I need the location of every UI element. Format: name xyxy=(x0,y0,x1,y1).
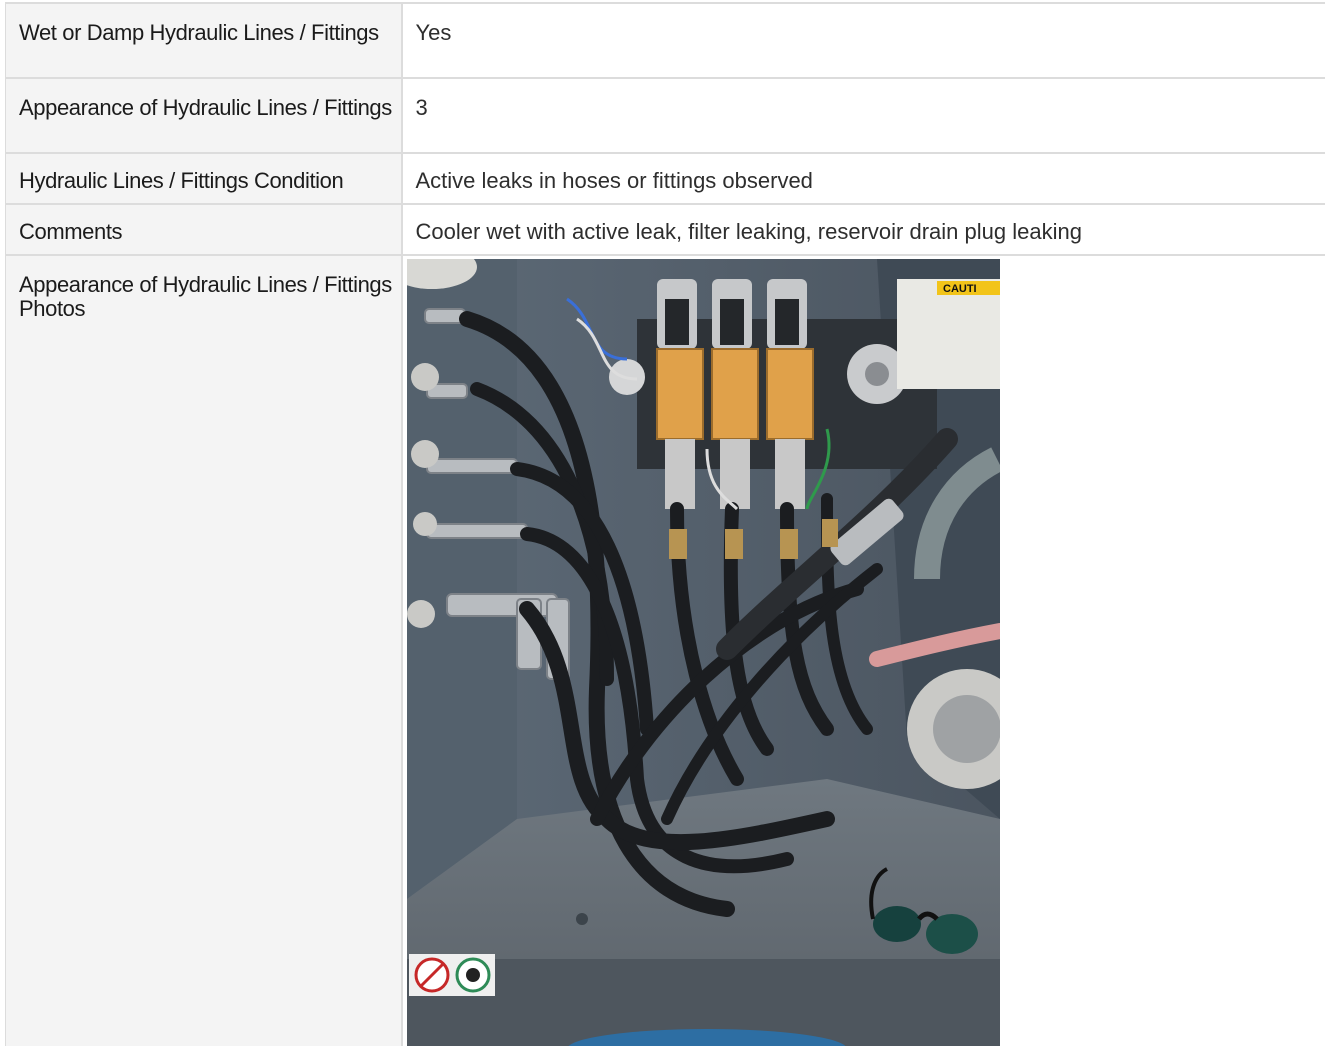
row-label: Appearance of Hydraulic Lines / Fittings xyxy=(5,77,403,153)
row-value: Cooler wet with active leak, filter leak… xyxy=(401,203,1325,255)
row-label: Appearance of Hydraulic Lines / Fittings… xyxy=(5,254,403,1046)
hydraulic-lines-photo[interactable]: CAUTI xyxy=(406,259,1000,1046)
table-row: Wet or Damp Hydraulic Lines / Fittings Y… xyxy=(5,2,1325,78)
inspection-report-page: Wet or Damp Hydraulic Lines / Fittings Y… xyxy=(0,0,1325,1046)
table-row: Hydraulic Lines / Fittings Condition Act… xyxy=(5,152,1325,204)
row-label: Comments xyxy=(5,203,403,255)
table-row: Appearance of Hydraulic Lines / Fittings… xyxy=(5,254,1325,1046)
photo-cell: CAUTI xyxy=(401,254,1325,1046)
inspection-table: Wet or Damp Hydraulic Lines / Fittings Y… xyxy=(5,2,1325,1046)
row-value: Active leaks in hoses or fittings observ… xyxy=(401,152,1325,204)
row-label: Hydraulic Lines / Fittings Condition xyxy=(5,152,403,204)
table-row: Appearance of Hydraulic Lines / Fittings… xyxy=(5,77,1325,153)
row-label: Wet or Damp Hydraulic Lines / Fittings xyxy=(5,2,403,78)
table-row: Comments Cooler wet with active leak, fi… xyxy=(5,203,1325,255)
row-value: Yes xyxy=(401,2,1325,78)
caution-label-text: CAUTI xyxy=(943,283,977,295)
row-value: 3 xyxy=(401,77,1325,153)
